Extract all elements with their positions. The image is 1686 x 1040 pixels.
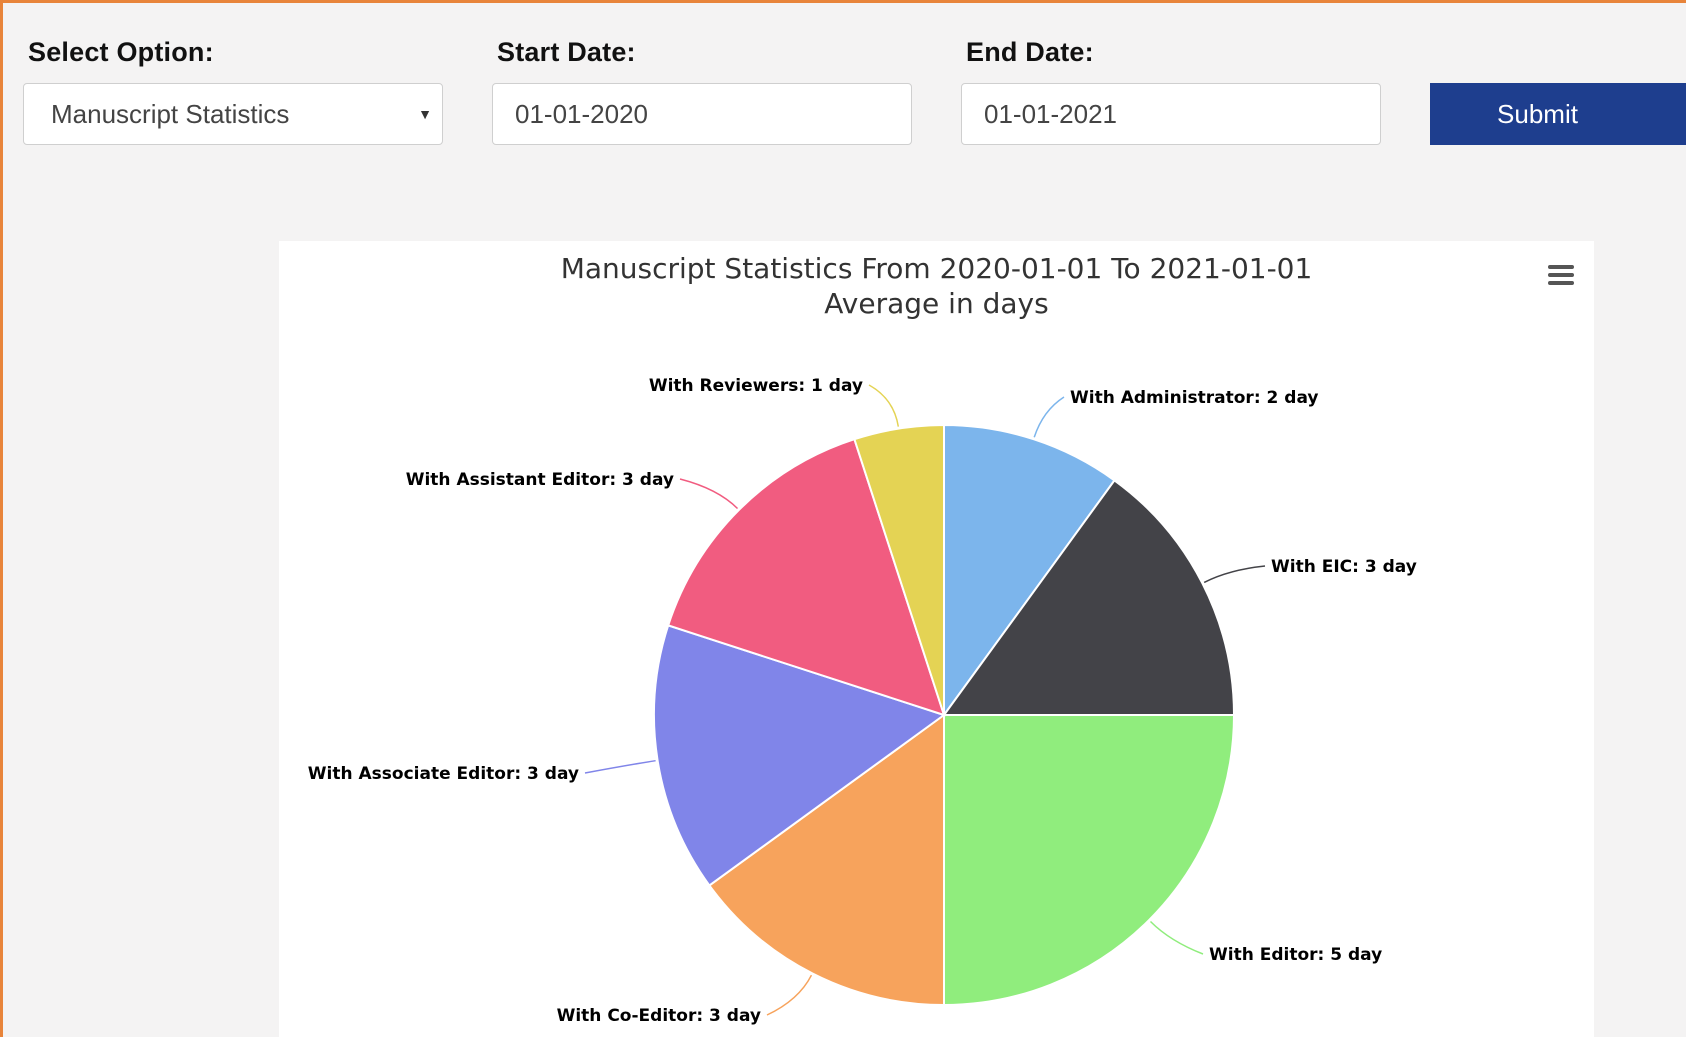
data-label: With Editor: 5 day	[1209, 945, 1382, 965]
submit-button[interactable]: Submit	[1430, 83, 1686, 145]
connector-line	[584, 759, 656, 774]
connector-line	[1149, 920, 1204, 955]
data-label: With EIC: 3 day	[1271, 557, 1417, 577]
end-date-label: End Date:	[966, 37, 1094, 67]
pie-chart-container: Manuscript Statistics From 2020-01-01 To…	[279, 241, 1594, 1040]
report-type-select[interactable]: Manuscript Statistics ▼	[23, 83, 443, 145]
data-label: With Reviewers: 1 day	[649, 376, 863, 396]
connector-line	[766, 974, 813, 1016]
end-date-input[interactable]: 01-01-2021	[961, 83, 1381, 145]
report-panel: Select Option: Manuscript Statistics ▼ S…	[0, 0, 1686, 1040]
select-option-label: Select Option:	[28, 37, 214, 67]
start-date-input[interactable]: 01-01-2020	[492, 83, 912, 145]
connector-line	[868, 384, 900, 427]
connector-line	[1033, 396, 1065, 438]
data-label: With Assistant Editor: 3 day	[406, 470, 674, 490]
report-type-select-value: Manuscript Statistics	[51, 98, 290, 129]
data-label: With Co-Editor: 3 day	[557, 1006, 761, 1026]
pie-chart: With Administrator: 2 day With EIC: 3 day…	[308, 376, 1417, 1026]
start-date-label: Start Date:	[497, 37, 636, 67]
dropdown-arrow-icon: ▼	[418, 106, 432, 122]
data-label: With Administrator: 2 day	[1070, 388, 1318, 408]
connector-line	[1203, 565, 1266, 584]
pie-slice-with-editor[interactable]	[943, 714, 1236, 1007]
data-label: With Associate Editor: 3 day	[308, 764, 579, 784]
connector-line	[679, 478, 739, 510]
